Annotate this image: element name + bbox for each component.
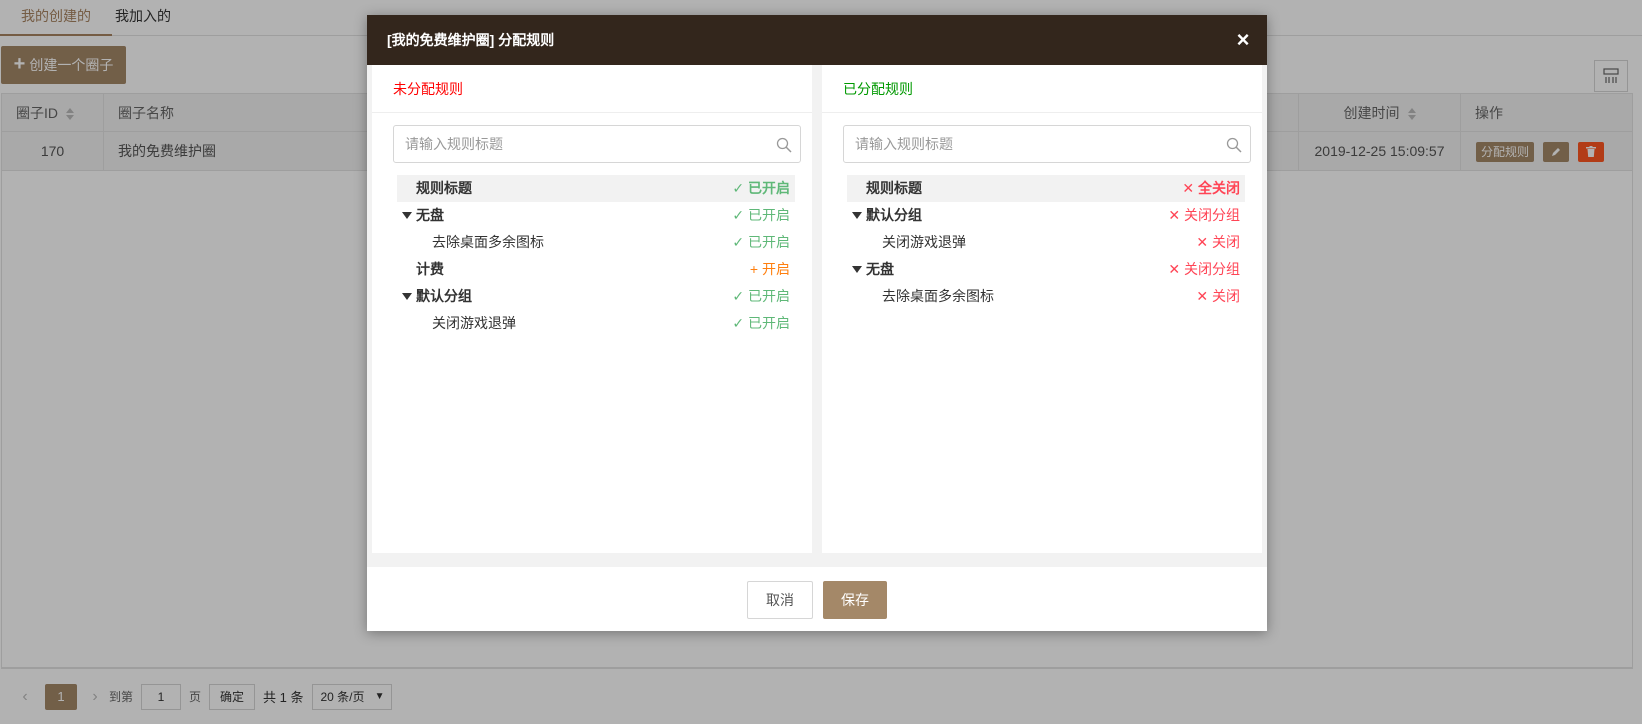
unassigned-search-box bbox=[393, 125, 801, 163]
enable-all-button[interactable]: ✓ 已开启 bbox=[732, 175, 790, 202]
search-icon[interactable] bbox=[776, 137, 792, 153]
unassigned-rules-panel: 未分配规则 规则标题 ✓ 已开启 无盘 ✓ 已开启 bbox=[372, 65, 812, 553]
tree-group-label: 无盘 bbox=[416, 207, 444, 223]
tree-group-row[interactable]: 计费 + 开启 bbox=[397, 256, 795, 283]
close-group-button[interactable]: ✕ 关闭分组 bbox=[1168, 202, 1240, 229]
assign-rules-dialog: [我的免费维护圈] 分配规则 × 未分配规则 规则标题 ✓ 已开启 无 bbox=[367, 15, 1267, 631]
rule-status[interactable]: ✓ 已开启 bbox=[732, 229, 790, 256]
caret-down-icon[interactable] bbox=[402, 293, 412, 300]
tree-rule-label: 关闭游戏退弹 bbox=[432, 315, 516, 331]
tree-rule-row[interactable]: 去除桌面多余图标 ✓ 已开启 bbox=[397, 229, 795, 256]
save-button[interactable]: 保存 bbox=[823, 581, 887, 619]
dialog-body: 未分配规则 规则标题 ✓ 已开启 无盘 ✓ 已开启 bbox=[367, 65, 1267, 567]
rule-status[interactable]: ✓ 已开启 bbox=[732, 310, 790, 337]
tree-group-label: 计费 bbox=[416, 261, 444, 277]
caret-down-icon[interactable] bbox=[852, 212, 862, 219]
close-rule-button[interactable]: ✕ 关闭 bbox=[1196, 229, 1240, 256]
enable-button[interactable]: + 开启 bbox=[750, 256, 790, 283]
caret-down-icon[interactable] bbox=[852, 266, 862, 273]
tree-group-row[interactable]: 无盘 ✓ 已开启 bbox=[397, 202, 795, 229]
unassigned-rules-tree: 规则标题 ✓ 已开启 无盘 ✓ 已开启 去除桌面多余图标 ✓ 已开启 计费 + … bbox=[397, 175, 795, 337]
assigned-rules-panel: 已分配规则 规则标题 ✕ 全关闭 默认分组 ✕ 关闭分组 bbox=[822, 65, 1262, 553]
unassigned-rules-title: 未分配规则 bbox=[372, 65, 812, 113]
tree-rule-row[interactable]: 去除桌面多余图标 ✕ 关闭 bbox=[847, 283, 1245, 310]
tree-group-label: 默认分组 bbox=[866, 207, 922, 223]
tree-group-row[interactable]: 默认分组 ✓ 已开启 bbox=[397, 283, 795, 310]
tree-group-row[interactable]: 无盘 ✕ 关闭分组 bbox=[847, 256, 1245, 283]
search-icon[interactable] bbox=[1226, 137, 1242, 153]
assigned-rules-title: 已分配规则 bbox=[822, 65, 1262, 113]
tree-group-label: 无盘 bbox=[866, 261, 894, 277]
tree-group-row[interactable]: 默认分组 ✕ 关闭分组 bbox=[847, 202, 1245, 229]
caret-down-icon[interactable] bbox=[402, 212, 412, 219]
group-status[interactable]: ✓ 已开启 bbox=[732, 202, 790, 229]
dialog-header: [我的免费维护圈] 分配规则 × bbox=[367, 15, 1267, 65]
tree-header-label: 规则标题 bbox=[866, 180, 922, 196]
tree-header-row: 规则标题 ✕ 全关闭 bbox=[847, 175, 1245, 202]
tree-group-label: 默认分组 bbox=[416, 288, 472, 304]
tree-header-row: 规则标题 ✓ 已开启 bbox=[397, 175, 795, 202]
close-rule-button[interactable]: ✕ 关闭 bbox=[1196, 283, 1240, 310]
tree-rule-label: 去除桌面多余图标 bbox=[432, 234, 544, 250]
cancel-button[interactable]: 取消 bbox=[747, 581, 813, 619]
assigned-rules-tree: 规则标题 ✕ 全关闭 默认分组 ✕ 关闭分组 关闭游戏退弹 ✕ 关闭 无盘 ✕ … bbox=[847, 175, 1245, 310]
tree-rule-row[interactable]: 关闭游戏退弹 ✓ 已开启 bbox=[397, 310, 795, 337]
tree-header-label: 规则标题 bbox=[416, 180, 472, 196]
close-all-button[interactable]: ✕ 全关闭 bbox=[1182, 175, 1240, 202]
assigned-search-box bbox=[843, 125, 1251, 163]
close-group-button[interactable]: ✕ 关闭分组 bbox=[1168, 256, 1240, 283]
group-status[interactable]: ✓ 已开启 bbox=[732, 283, 790, 310]
unassigned-search-input[interactable] bbox=[394, 126, 754, 162]
tree-rule-label: 去除桌面多余图标 bbox=[882, 288, 994, 304]
assigned-search-input[interactable] bbox=[844, 126, 1204, 162]
dialog-footer: 取消 保存 bbox=[367, 567, 1267, 631]
tree-rule-row[interactable]: 关闭游戏退弹 ✕ 关闭 bbox=[847, 229, 1245, 256]
close-icon[interactable]: × bbox=[1231, 28, 1255, 52]
dialog-title: [我的免费维护圈] 分配规则 bbox=[387, 32, 555, 48]
tree-rule-label: 关闭游戏退弹 bbox=[882, 234, 966, 250]
